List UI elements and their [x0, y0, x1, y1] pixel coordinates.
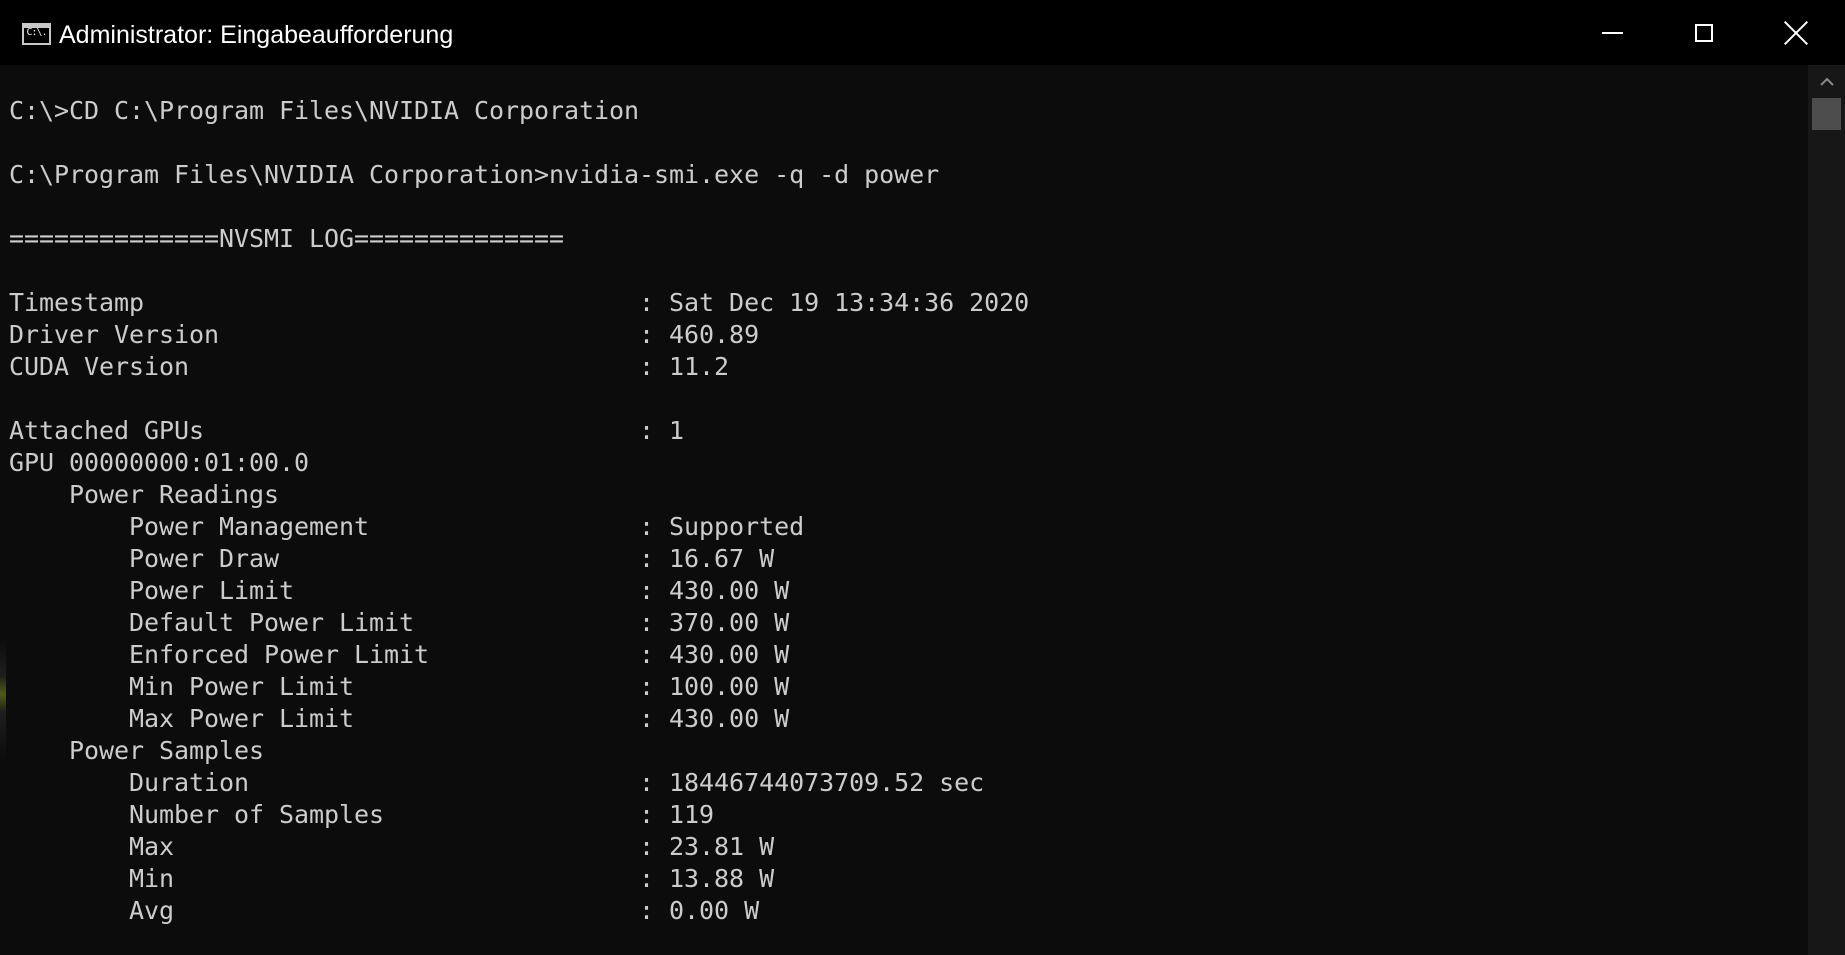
console-line: C:\Program Files\NVIDIA Corporation>nvid… — [9, 160, 940, 189]
console-line: Min Power Limit : 100.00 W — [9, 672, 790, 701]
console-line: Avg : 0.00 W — [9, 896, 760, 925]
cmd-icon[interactable]: C:\. — [22, 23, 51, 45]
console-line: Power Limit : 430.00 W — [9, 576, 790, 605]
vertical-scrollbar[interactable] — [1808, 65, 1845, 955]
maximize-button[interactable] — [1658, 0, 1750, 65]
console-line: Driver Version : 460.89 — [9, 320, 760, 349]
console-line: Max Power Limit : 430.00 W — [9, 704, 790, 733]
minimize-icon — [1601, 31, 1623, 34]
console-line: CUDA Version : 11.2 — [9, 352, 730, 381]
console-line: GPU 00000000:01:00.0 — [9, 448, 310, 477]
console-line: C:\>CD C:\Program Files\NVIDIA Corporati… — [9, 96, 640, 125]
console-line: ==============NVSMI LOG============== — [9, 224, 565, 253]
close-button[interactable] — [1750, 0, 1842, 65]
console-line: Duration : 18446744073709.52 sec — [9, 768, 985, 797]
window-title: Administrator: Eingabeaufforderung — [59, 21, 454, 49]
maximize-icon — [1695, 23, 1713, 42]
console-window: C:\. Administrator: Eingabeaufforderung … — [0, 0, 1845, 955]
close-icon — [1784, 21, 1808, 45]
console-line: Default Power Limit : 370.00 W — [9, 608, 790, 637]
console-line: Enforced Power Limit : 430.00 W — [9, 640, 790, 669]
console-output[interactable]: C:\>CD C:\Program Files\NVIDIA Corporati… — [0, 65, 1808, 955]
console-line: Power Samples — [9, 736, 265, 765]
minimize-button[interactable] — [1566, 0, 1658, 65]
console-line: Max : 23.81 W — [9, 832, 775, 861]
console-line: Power Management : Supported — [9, 512, 805, 541]
scrollbar-thumb[interactable] — [1812, 98, 1841, 130]
console-line: Number of Samples : 119 — [9, 800, 715, 829]
title-bar[interactable]: C:\. Administrator: Eingabeaufforderung — [0, 0, 1845, 65]
console-line: Attached GPUs : 1 — [9, 416, 685, 445]
console-line: Power Readings — [9, 480, 280, 509]
console-text: C:\>CD C:\Program Files\NVIDIA Corporati… — [9, 95, 1029, 927]
chevron-up-icon — [1819, 77, 1834, 86]
console-line: Min : 13.88 W — [9, 864, 775, 893]
background-edge-decoration — [0, 640, 6, 760]
scroll-up-button[interactable] — [1808, 65, 1845, 97]
console-line: Timestamp : Sat Dec 19 13:34:36 2020 — [9, 288, 1030, 317]
console-line: Power Draw : 16.67 W — [9, 544, 775, 573]
